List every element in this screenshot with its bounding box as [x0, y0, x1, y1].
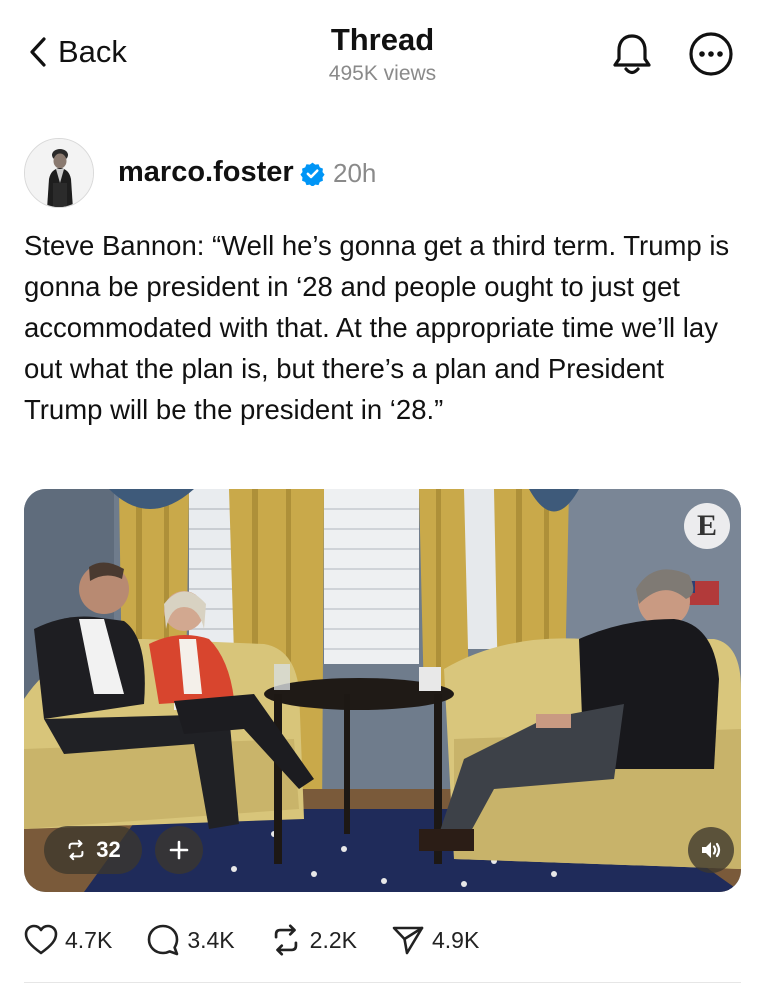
avatar-image — [25, 139, 93, 207]
top-bar: Back Thread 495K views — [0, 0, 765, 110]
add-button[interactable] — [155, 826, 203, 874]
comment-icon — [148, 924, 179, 956]
more-options-button[interactable] — [688, 31, 734, 82]
avatar[interactable] — [24, 138, 94, 208]
repost-button[interactable]: 2.2K — [269, 923, 357, 957]
share-count: 4.9K — [431, 926, 480, 953]
watermark-logo: E — [684, 503, 730, 549]
repost-icon — [68, 839, 84, 861]
repost-icon — [274, 924, 297, 956]
heart-icon — [24, 924, 58, 955]
volume-icon — [702, 842, 721, 858]
send-icon — [392, 926, 424, 955]
video-player[interactable]: E 32 — [24, 489, 741, 892]
notifications-button[interactable] — [610, 31, 654, 82]
action-bar: 4.7K 3.4K 2.2K 4.9K — [24, 920, 513, 960]
reply-button[interactable]: 3.4K — [146, 923, 235, 957]
post-text: Steve Bannon: “Well he’s gonna get a thi… — [24, 230, 730, 425]
verified-icon — [300, 162, 325, 187]
more-icon — [689, 32, 733, 76]
reply-count: 3.4K — [187, 926, 235, 953]
volume-button[interactable] — [688, 827, 734, 873]
username[interactable]: marco.foster — [118, 156, 294, 189]
post-timestamp: 20h — [333, 158, 377, 188]
verified-badge — [300, 161, 325, 191]
like-button[interactable]: 4.7K — [24, 924, 112, 956]
like-count: 4.7K — [65, 926, 113, 953]
video-repost-button[interactable]: 32 — [44, 826, 142, 874]
plus-icon — [169, 840, 189, 860]
bell-icon — [613, 34, 651, 75]
repost-count: 2.2K — [309, 926, 357, 953]
share-button[interactable]: 4.9K — [391, 924, 479, 956]
video-repost-count: 32 — [96, 837, 121, 862]
divider — [24, 982, 741, 983]
